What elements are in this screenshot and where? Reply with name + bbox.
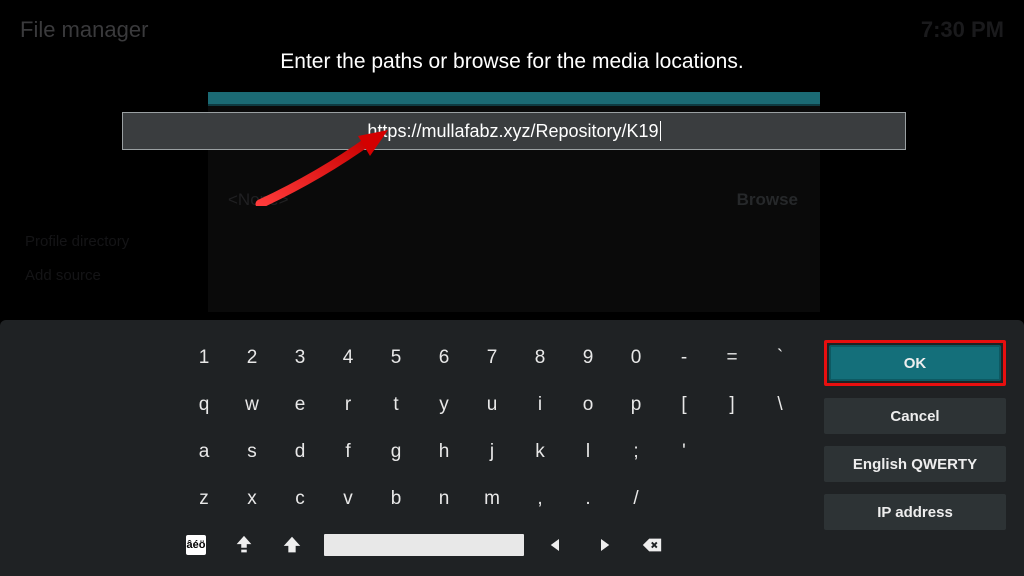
caps-lock-key[interactable] [222,525,266,565]
key-8[interactable]: 8 [516,337,564,379]
key-7[interactable]: 7 [468,337,516,379]
key-i[interactable]: i [516,384,564,426]
key-h[interactable]: h [420,431,468,473]
key-w[interactable]: w [228,384,276,426]
space-key[interactable] [324,534,524,556]
key-f[interactable]: f [324,431,372,473]
key-1[interactable]: 1 [180,337,228,379]
key-4[interactable]: 4 [324,337,372,379]
key-u[interactable]: u [468,384,516,426]
key-a[interactable]: a [180,431,228,473]
sidebar-item: Profile directory [25,225,129,259]
onscreen-keyboard: 1234567890-=` qwertyuiop[]\ asdfghjkl;' … [0,320,1024,576]
key-e[interactable]: e [276,384,324,426]
ok-button[interactable]: OK [829,345,1001,381]
key-3[interactable]: 3 [276,337,324,379]
key-z[interactable]: z [180,478,228,520]
cursor-right-key[interactable] [582,525,626,565]
key-l[interactable]: l [564,431,612,473]
key-;[interactable]: ; [612,431,660,473]
background-sidebar: Profile directory Add source [25,225,129,293]
ip-address-button[interactable]: IP address [824,494,1006,530]
key-0[interactable]: 0 [612,337,660,379]
key-d[interactable]: d [276,431,324,473]
key-2[interactable]: 2 [228,337,276,379]
key-6[interactable]: 6 [420,337,468,379]
key-`[interactable]: ` [756,337,804,379]
key-'[interactable]: ' [660,431,708,473]
key-n[interactable]: n [420,478,468,520]
backspace-key[interactable] [630,525,674,565]
key-r[interactable]: r [324,384,372,426]
key-v[interactable]: v [324,478,372,520]
accent-key[interactable]: âéö [174,525,218,565]
key-][interactable]: ] [708,384,756,426]
key-.[interactable]: . [564,478,612,520]
ok-highlight: OK [824,340,1006,386]
source-name-placeholder: <None> [228,190,289,210]
key-p[interactable]: p [612,384,660,426]
key-o[interactable]: o [564,384,612,426]
dialog-prompt: Enter the paths or browse for the media … [280,50,743,74]
browse-button[interactable]: Browse [737,190,798,210]
path-input[interactable]: https://mullafabz.xyz/Repository/K19 [122,112,906,150]
key-=[interactable]: = [708,337,756,379]
cursor-left-key[interactable] [534,525,578,565]
keyboard-layout-button[interactable]: English QWERTY [824,446,1006,482]
key-m[interactable]: m [468,478,516,520]
shift-key[interactable] [270,525,314,565]
key-g[interactable]: g [372,431,420,473]
key-t[interactable]: t [372,384,420,426]
path-input-value: https://mullafabz.xyz/Repository/K19 [367,121,658,142]
key-y[interactable]: y [420,384,468,426]
source-row: <None> Browse [228,190,798,210]
key-k[interactable]: k [516,431,564,473]
key--[interactable]: - [660,337,708,379]
key-s[interactable]: s [228,431,276,473]
key-[[interactable]: [ [660,384,708,426]
key-,[interactable]: , [516,478,564,520]
key-q[interactable]: q [180,384,228,426]
key-b[interactable]: b [372,478,420,520]
key-/[interactable]: / [612,478,660,520]
key-j[interactable]: j [468,431,516,473]
key-\[interactable]: \ [756,384,804,426]
cancel-button[interactable]: Cancel [824,398,1006,434]
key-x[interactable]: x [228,478,276,520]
key-5[interactable]: 5 [372,337,420,379]
key-9[interactable]: 9 [564,337,612,379]
sidebar-item: Add source [25,259,129,293]
key-c[interactable]: c [276,478,324,520]
